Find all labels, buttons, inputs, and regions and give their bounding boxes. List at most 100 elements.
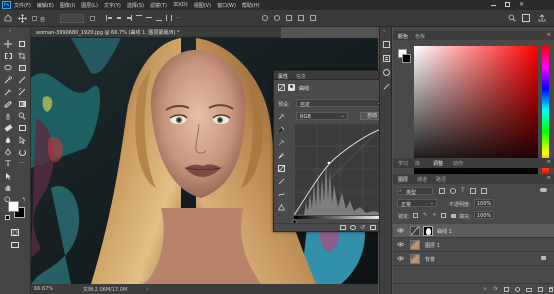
layer-row-curves[interactable]: 曲线 1 <box>393 224 554 238</box>
frame-tool-icon[interactable] <box>17 63 27 73</box>
foreground-color-swatch[interactable] <box>8 201 19 212</box>
menu-3d[interactable]: 3D(D) <box>173 2 188 8</box>
share-icon[interactable] <box>538 14 546 22</box>
photoshop-logo[interactable]: Ps <box>2 1 11 9</box>
menu-view[interactable]: 视图(V) <box>194 2 211 9</box>
gradient-tool-icon[interactable] <box>17 99 27 109</box>
menu-filter[interactable]: 滤镜(T) <box>150 2 167 9</box>
eraser-tool-icon[interactable] <box>3 123 13 133</box>
zoom-level[interactable]: 66.67% <box>34 286 53 292</box>
blur-tool-icon[interactable] <box>3 135 13 145</box>
clone-stamp-tool-icon[interactable] <box>3 111 13 121</box>
curves-graph[interactable] <box>294 123 386 215</box>
more-options-icon[interactable]: ··· <box>176 15 181 21</box>
shape-tool-icon[interactable] <box>17 123 27 133</box>
menu-type[interactable]: 文字(Y) <box>104 2 121 9</box>
layer-mask-thumb[interactable] <box>423 226 433 236</box>
workspace-icon[interactable] <box>522 14 530 22</box>
clip-to-layer-icon[interactable] <box>340 225 346 230</box>
screen-mode-icon[interactable] <box>10 240 20 250</box>
filter-pixel-icon[interactable] <box>439 188 445 194</box>
adjust-panel-menu-icon[interactable]: ≡ <box>547 159 551 165</box>
filter-type-icon[interactable]: T <box>461 188 465 194</box>
tab-layers[interactable]: 图层 <box>398 176 408 183</box>
white-point-eyedropper-icon[interactable] <box>278 152 285 159</box>
move-tool-option-icon[interactable] <box>18 14 27 23</box>
edit-toolbar-icon[interactable]: ··· <box>17 159 27 169</box>
channel-dropdown[interactable]: RGB ⌄ <box>296 112 348 120</box>
home-icon[interactable] <box>4 14 12 22</box>
default-colors-icon[interactable] <box>5 215 10 220</box>
view-previous-state-icon[interactable] <box>350 225 356 230</box>
document-tab[interactable]: woman-3990680_1920.jpg @ 66.7% (曲线 1, 图层… <box>31 27 281 38</box>
lock-position-icon[interactable]: ✛ <box>432 213 436 218</box>
hand-tool-icon[interactable] <box>3 183 13 193</box>
properties-panel-icon[interactable] <box>383 55 390 62</box>
delete-layer-icon[interactable] <box>548 287 553 292</box>
add-mask-icon[interactable] <box>503 287 509 292</box>
visibility-toggle-icon[interactable] <box>370 225 376 230</box>
show-transform-checkbox[interactable] <box>90 16 95 21</box>
lock-artboard-icon[interactable] <box>441 213 447 218</box>
eye-icon[interactable] <box>397 256 404 261</box>
panel-background-swatch[interactable] <box>402 54 411 63</box>
layer-style-icon[interactable]: fx <box>493 287 498 292</box>
close-icon[interactable]: ✕ <box>519 2 524 8</box>
type-tool-icon[interactable]: T <box>3 159 13 169</box>
new-layer-icon[interactable] <box>537 287 543 292</box>
dock-collapse-icon[interactable]: « <box>383 28 385 33</box>
layer-row-layer1[interactable]: 图层 1 <box>393 238 554 252</box>
new-adjustment-icon[interactable] <box>514 287 520 292</box>
rotate-view-tool-icon[interactable] <box>17 147 27 157</box>
gray-point-eyedropper-icon[interactable] <box>278 139 285 146</box>
smooth-curve-icon[interactable] <box>278 191 285 198</box>
quick-select-tool-icon[interactable] <box>3 75 13 85</box>
menu-image[interactable]: 图像(I) <box>60 2 75 9</box>
pen-tool-icon[interactable] <box>3 147 13 157</box>
minimize-icon[interactable] <box>490 5 496 6</box>
tab-color[interactable]: 颜色 <box>398 33 408 40</box>
maximize-icon[interactable] <box>504 2 510 7</box>
preset-dropdown[interactable]: 自定 ⌄ <box>296 99 384 108</box>
align-right-icon[interactable] <box>126 15 132 21</box>
align-top-icon[interactable] <box>136 15 142 21</box>
document-tab-title[interactable]: woman-3990680_1920.jpg @ 66.7% (曲线 1, 图层… <box>36 29 179 36</box>
brushes-panel-icon[interactable] <box>383 83 390 90</box>
quick-mask-icon[interactable] <box>10 227 20 237</box>
filter-shape-icon[interactable] <box>469 188 476 194</box>
menu-file[interactable]: 文件(F) <box>14 2 31 9</box>
auto-select-target-dropdown[interactable] <box>60 14 84 23</box>
tab-channels[interactable]: 通道 <box>417 176 427 183</box>
layer-name[interactable]: 背景 <box>425 256 435 263</box>
dodge-tool-icon[interactable] <box>17 111 27 121</box>
layer-kind-filter[interactable]: ⌕ 类型 <box>397 187 433 196</box>
tab-swatches[interactable]: 色板 <box>415 33 425 40</box>
path-select-tool-icon[interactable] <box>3 171 13 181</box>
menu-help[interactable]: 帮助(H) <box>242 2 260 9</box>
healing-brush-tool-icon[interactable] <box>3 99 13 109</box>
3d-scale-icon[interactable] <box>310 15 316 21</box>
align-left-icon[interactable] <box>106 15 112 21</box>
lock-transparent-icon[interactable] <box>413 213 418 218</box>
blend-mode-dropdown[interactable]: 正常 ⌄ <box>397 199 437 208</box>
eye-icon[interactable] <box>397 228 404 233</box>
lock-all-icon[interactable] <box>451 214 457 218</box>
menu-select[interactable]: 选择(S) <box>127 2 144 9</box>
status-menu-icon[interactable]: › <box>146 286 148 292</box>
tab-learn[interactable]: 学习 <box>398 160 408 167</box>
eyedropper-tool-icon[interactable] <box>3 87 13 97</box>
3d-orbit-icon[interactable] <box>262 15 268 21</box>
tab-properties[interactable]: 属性 <box>278 73 288 80</box>
color-panel-menu-icon[interactable]: ≡ <box>547 32 551 38</box>
search-icon[interactable] <box>508 14 516 22</box>
color-picker-field[interactable] <box>414 46 538 174</box>
link-layers-icon[interactable]: ∞ <box>483 287 487 292</box>
3d-pan-icon[interactable] <box>286 15 292 21</box>
layers-panel-menu-icon[interactable]: ≡ <box>547 175 551 181</box>
toolbar-collapse-icon[interactable]: » <box>9 28 11 33</box>
fill-input[interactable]: 100% <box>474 211 494 219</box>
layer-mask-icon[interactable] <box>288 84 295 91</box>
direct-select-tool-icon[interactable] <box>17 135 27 145</box>
layer-name[interactable]: 曲线 1 <box>437 228 452 235</box>
info-panel-icon[interactable] <box>383 69 390 76</box>
